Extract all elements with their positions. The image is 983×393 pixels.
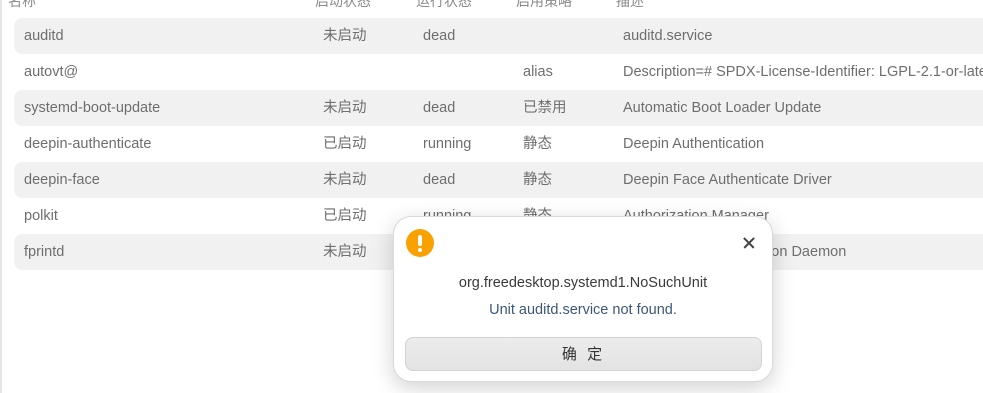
header-policy[interactable]: 启用策略	[516, 0, 572, 11]
table-row[interactable]: systemd-boot-update 未启动 dead 已禁用 Automat…	[14, 90, 983, 126]
cell-name: deepin-face	[24, 172, 100, 188]
cell-run-status: dead	[423, 28, 456, 44]
error-dialog: org.freedesktop.systemd1.NoSuchUnit Unit…	[393, 216, 773, 382]
ok-button[interactable]: 确 定	[405, 337, 762, 371]
table-row[interactable]: autovt@ alias Description=# SPDX-License…	[14, 54, 983, 90]
cell-name: fprintd	[24, 244, 65, 260]
cell-policy: 静态	[523, 136, 552, 152]
cell-policy: 静态	[523, 172, 552, 188]
dialog-title: org.freedesktop.systemd1.NoSuchUnit	[458, 275, 708, 291]
cell-name: polkit	[24, 208, 58, 224]
cell-name: systemd-boot-update	[24, 100, 161, 116]
cell-description: Automatic Boot Loader Update	[623, 100, 822, 116]
cell-name: autovt@	[24, 64, 79, 80]
cell-start-status: 未启动	[323, 172, 367, 188]
cell-description: Deepin Face Authenticate Driver	[623, 172, 832, 188]
table-row[interactable]: deepin-authenticate 已启动 running 静态 Deepi…	[14, 126, 983, 162]
cell-policy: 已禁用	[523, 100, 567, 116]
cell-policy: alias	[523, 64, 553, 80]
cell-name: auditd	[24, 28, 64, 44]
close-icon[interactable]	[738, 232, 760, 254]
dialog-message: Unit auditd.service not found.	[489, 302, 677, 318]
cell-run-status: dead	[423, 100, 456, 116]
cell-description: auditd.service	[623, 28, 713, 44]
cell-start-status: 已启动	[323, 136, 367, 152]
cell-start-status: 未启动	[323, 28, 367, 44]
header-run-status[interactable]: 运行状态	[416, 0, 472, 11]
sort-arrow-icon: ^	[592, 0, 597, 2]
header-start-status[interactable]: 启动状态	[315, 0, 371, 11]
cell-description: Description=# SPDX-License-Identifier: L…	[623, 64, 983, 80]
warning-icon	[406, 229, 434, 257]
table-header: 名称 启动状态 运行状态 启用策略 ^ 描述	[2, 0, 983, 9]
cell-start-status: 未启动	[323, 100, 367, 116]
header-description[interactable]: 描述	[616, 0, 644, 11]
cell-run-status: running	[423, 136, 472, 152]
cell-run-status: dead	[423, 172, 456, 188]
cell-name: deepin-authenticate	[24, 136, 152, 152]
table-row[interactable]: deepin-face 未启动 dead 静态 Deepin Face Auth…	[14, 162, 983, 198]
cell-description: Deepin Authentication	[623, 136, 765, 152]
table-row[interactable]: auditd 未启动 dead auditd.service	[14, 18, 983, 54]
header-name[interactable]: 名称	[8, 0, 36, 11]
